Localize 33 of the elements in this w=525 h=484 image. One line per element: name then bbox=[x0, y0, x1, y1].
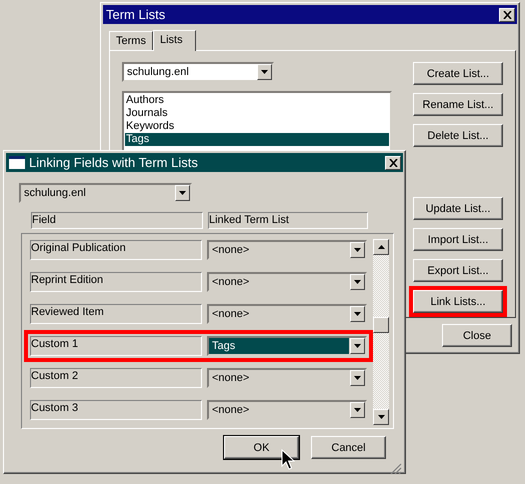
list-item[interactable]: Authors bbox=[125, 94, 389, 107]
list-button[interactable]: Import List... bbox=[413, 228, 503, 251]
library-dropdown[interactable]: schulung.enl bbox=[19, 183, 192, 203]
column-header: Field bbox=[31, 212, 203, 229]
dialog-button[interactable]: OK bbox=[224, 436, 299, 459]
field-name: Reprint Edition bbox=[30, 272, 202, 292]
field-name: Custom 3 bbox=[30, 400, 202, 420]
list-item[interactable]: Tags bbox=[125, 133, 389, 146]
field-name: Custom 1 bbox=[30, 336, 202, 356]
list-button[interactable]: Export List... bbox=[413, 259, 503, 282]
term-list-dropdown[interactable]: <none> bbox=[207, 304, 367, 324]
term-list-dropdown[interactable]: <none> bbox=[207, 272, 367, 292]
window-title: Term Lists bbox=[106, 7, 166, 22]
list-item[interactable]: Journals bbox=[125, 107, 389, 120]
field-name: Original Publication bbox=[30, 240, 202, 260]
term-list-dropdown[interactable]: <none> bbox=[207, 240, 367, 260]
list-button[interactable]: Create List... bbox=[413, 62, 503, 85]
list-button[interactable]: Delete List... bbox=[413, 124, 503, 147]
library-dropdown[interactable]: schulung.enl bbox=[122, 62, 274, 82]
dialog-button[interactable]: Cancel bbox=[311, 436, 386, 459]
window-title: Linking Fields with Term Lists bbox=[29, 155, 198, 170]
list-button[interactable]: Rename List... bbox=[413, 93, 503, 116]
column-header: Linked Term List bbox=[208, 212, 368, 229]
close-button[interactable]: Close bbox=[442, 324, 512, 347]
list-button[interactable]: Update List... bbox=[413, 197, 503, 220]
tab[interactable]: Lists bbox=[152, 30, 196, 51]
term-list-dropdown[interactable]: Tags bbox=[207, 336, 367, 356]
field-name: Reviewed Item bbox=[30, 304, 202, 324]
term-list-dropdown[interactable]: <none> bbox=[207, 368, 367, 388]
field-name: Custom 2 bbox=[30, 368, 202, 388]
list-button[interactable]: Link Lists... bbox=[413, 290, 503, 313]
list-item[interactable]: Keywords bbox=[125, 120, 389, 133]
term-list-dropdown[interactable]: <none> bbox=[207, 400, 367, 420]
